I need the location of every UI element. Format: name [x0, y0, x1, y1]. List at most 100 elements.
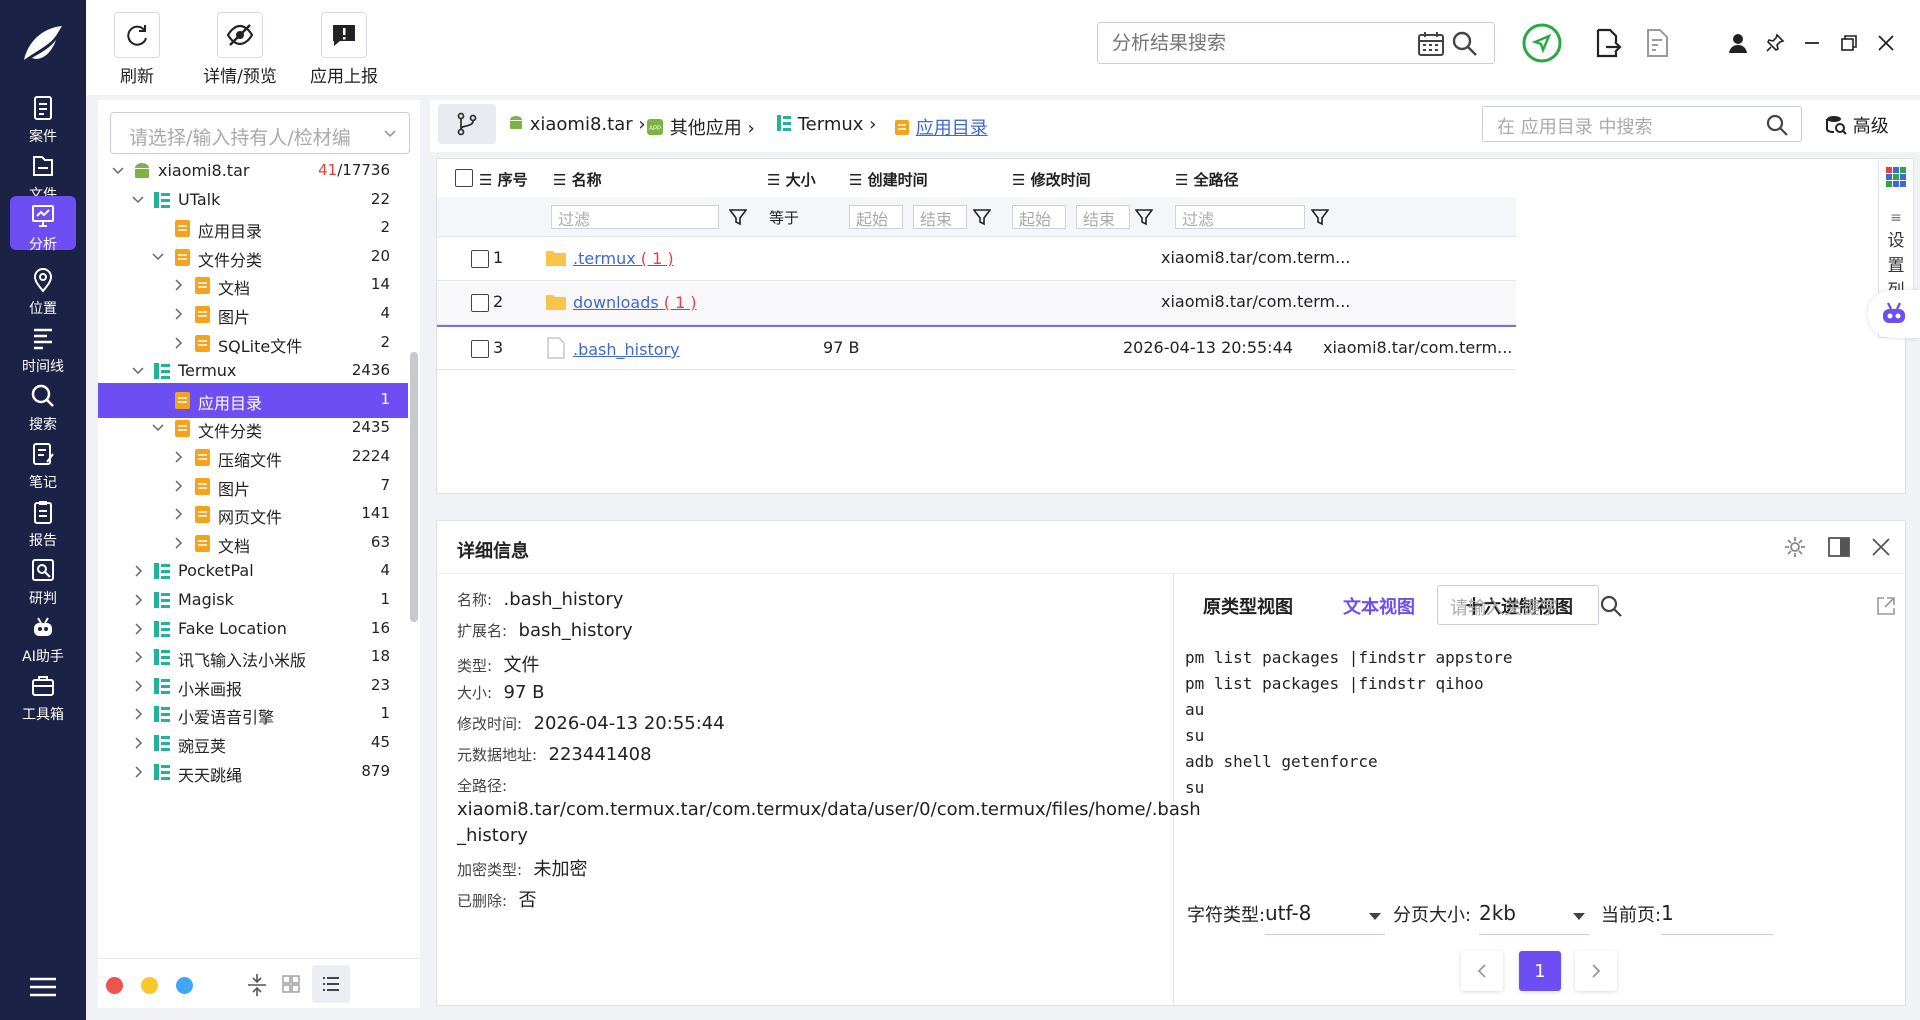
filter-icon[interactable]: [729, 208, 747, 226]
doc-settings-button[interactable]: [1641, 26, 1675, 60]
prev-page-button[interactable]: [1461, 951, 1503, 991]
nav-report[interactable]: 报告: [10, 488, 76, 552]
search-icon[interactable]: [1765, 113, 1789, 137]
select-all-checkbox[interactable]: [455, 169, 473, 187]
close-icon[interactable]: [1871, 537, 1891, 557]
filter-icon[interactable]: [973, 208, 991, 226]
chevron-down-icon[interactable]: [132, 194, 144, 206]
table-row-selected[interactable]: 3 .bash_history 97 B 2026-04-13 20:55:44…: [437, 325, 1516, 370]
advanced-search-button[interactable]: 高级: [1825, 112, 1889, 138]
preview-button[interactable]: 详情/预览: [180, 12, 300, 87]
chevron-right-icon[interactable]: [132, 737, 144, 749]
chevron-right-icon[interactable]: [172, 537, 184, 549]
branch-button[interactable]: [438, 104, 496, 144]
keyword-search-box[interactable]: 请输入关键字: [1437, 585, 1599, 625]
yellow-filter-dot[interactable]: [141, 977, 158, 994]
evidence-select[interactable]: 请选择/输入持有人/检材编: [110, 112, 410, 154]
chevron-right-icon[interactable]: [132, 708, 144, 720]
chevron-right-icon[interactable]: [132, 565, 144, 577]
result-search-input[interactable]: [1098, 23, 1398, 63]
chevron-right-icon[interactable]: [172, 337, 184, 349]
list-view-button[interactable]: [312, 965, 350, 1003]
nav-case[interactable]: 案件: [10, 84, 76, 148]
chevron-down-icon[interactable]: [112, 165, 124, 177]
search-icon[interactable]: [1599, 594, 1623, 618]
open-external-icon[interactable]: [1875, 595, 1897, 617]
next-page-button[interactable]: [1575, 951, 1617, 991]
chevron-right-icon[interactable]: [132, 623, 144, 635]
row-checkbox[interactable]: [471, 294, 489, 312]
chevron-right-icon[interactable]: [172, 279, 184, 291]
calendar-icon[interactable]: [1418, 32, 1444, 56]
tab-raw-view[interactable]: 原类型视图: [1203, 593, 1293, 619]
pin-button[interactable]: [1758, 26, 1792, 60]
chevron-right-icon[interactable]: [132, 651, 144, 663]
size-equal-select[interactable]: 等于: [769, 207, 799, 228]
chevron-right-icon[interactable]: [132, 680, 144, 692]
export-button[interactable]: [1591, 26, 1625, 60]
breadcrumb-termux[interactable]: Termux ›: [776, 114, 876, 135]
nav-note[interactable]: 笔记: [10, 430, 76, 494]
tree-item[interactable]: 天天跳绳 879: [98, 755, 408, 790]
red-filter-dot[interactable]: [106, 977, 123, 994]
nav-ai-assistant[interactable]: AI助手: [10, 604, 76, 668]
collapse-icon[interactable]: [246, 973, 268, 997]
created-start-input[interactable]: 起始: [849, 205, 903, 229]
table-row[interactable]: 1 .termux ( 1 ) xiaomi8.tar/com.term...: [437, 237, 1516, 281]
tab-text-view[interactable]: 文本视图: [1343, 593, 1415, 619]
chevron-right-icon[interactable]: [172, 508, 184, 520]
filter-icon[interactable]: [1311, 208, 1329, 226]
row-name-link[interactable]: .bash_history: [573, 340, 680, 359]
maximize-button[interactable]: [1832, 26, 1866, 60]
col-header-fullpath[interactable]: ☰ 全路径: [1175, 159, 1239, 197]
col-header-created[interactable]: ☰ 创建时间: [849, 159, 928, 197]
user-button[interactable]: [1721, 26, 1755, 60]
chevron-down-icon[interactable]: [152, 422, 164, 434]
minimize-button[interactable]: [1795, 26, 1829, 60]
chevron-down-icon[interactable]: [152, 251, 164, 263]
row-checkbox[interactable]: [471, 250, 489, 268]
charset-select[interactable]: utf-8: [1265, 901, 1385, 935]
pagesize-select[interactable]: 2kb: [1479, 901, 1589, 935]
nav-search[interactable]: 搜索: [10, 372, 76, 436]
close-button[interactable]: [1869, 26, 1903, 60]
col-header-size[interactable]: ☰ 大小: [767, 159, 816, 197]
page-number-button[interactable]: 1: [1519, 951, 1561, 991]
col-header-index[interactable]: ☰ 序号: [479, 159, 528, 197]
blue-filter-dot[interactable]: [176, 977, 193, 994]
grid-view-icon[interactable]: [282, 975, 300, 993]
nav-analysis[interactable]: 分析: [10, 196, 76, 253]
name-filter-input[interactable]: 过滤: [551, 205, 719, 229]
chevron-right-icon[interactable]: [172, 451, 184, 463]
breadcrumb-app-dir[interactable]: 应用目录: [894, 114, 988, 140]
refresh-button[interactable]: 刷新: [114, 12, 160, 87]
breadcrumb-other-apps[interactable]: APP 其他应用 ›: [646, 114, 755, 140]
menu-icon[interactable]: [28, 976, 58, 998]
chevron-right-icon[interactable]: [172, 480, 184, 492]
breadcrumb-evidence[interactable]: xiaomi8.tar ›: [508, 114, 646, 135]
chevron-right-icon[interactable]: [132, 594, 144, 606]
table-row[interactable]: 2 downloads ( 1 ) xiaomi8.tar/com.term..…: [437, 281, 1516, 325]
dir-search-box[interactable]: 在 应用目录 中搜索: [1482, 106, 1802, 142]
app-report-button[interactable]: 应用上报: [298, 12, 390, 87]
path-filter-input[interactable]: 过滤: [1175, 205, 1305, 229]
chevron-right-icon[interactable]: [172, 308, 184, 320]
col-header-name[interactable]: ☰ 名称: [553, 159, 602, 197]
split-view-icon[interactable]: [1827, 535, 1851, 559]
ai-assistant-float-button[interactable]: [1868, 290, 1920, 338]
col-header-modified[interactable]: ☰ 修改时间: [1012, 159, 1091, 197]
tree-scrollbar[interactable]: [410, 352, 418, 622]
status-ok-button[interactable]: [1521, 22, 1563, 64]
row-name-link[interactable]: .termux ( 1 ): [573, 249, 674, 268]
filter-icon[interactable]: [1135, 208, 1153, 226]
gear-icon[interactable]: [1783, 535, 1807, 559]
nav-judge[interactable]: 研判: [10, 546, 76, 610]
modified-start-input[interactable]: 起始: [1012, 205, 1066, 229]
chevron-right-icon[interactable]: [132, 766, 144, 778]
curpage-input[interactable]: 1: [1661, 901, 1773, 935]
nav-location[interactable]: 位置: [10, 256, 76, 320]
search-icon[interactable]: [1452, 31, 1478, 57]
chevron-down-icon[interactable]: [132, 365, 144, 377]
row-name-link[interactable]: downloads ( 1 ): [573, 293, 697, 312]
nav-timeline[interactable]: 时间线: [10, 314, 76, 378]
